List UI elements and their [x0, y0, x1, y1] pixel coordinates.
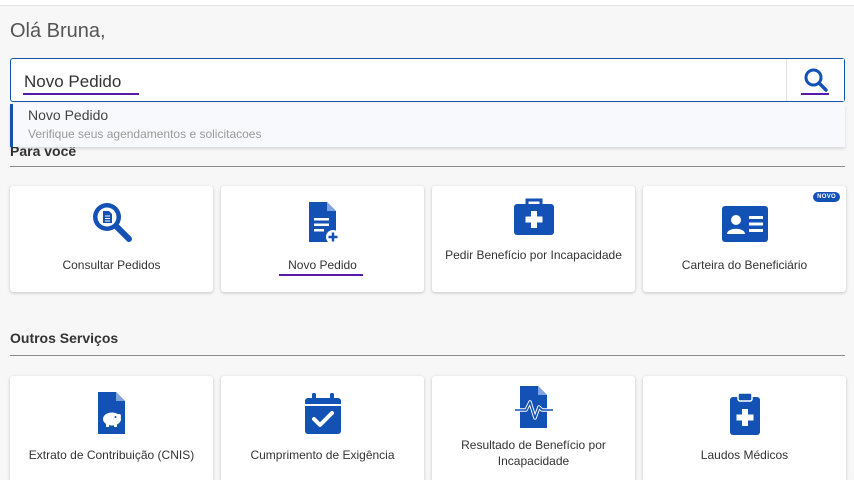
card-novo-pedido[interactable]: Novo Pedido [221, 186, 424, 292]
section-divider [10, 355, 845, 356]
card-label: Consultar Pedidos [62, 258, 161, 272]
search-suggestion[interactable]: Novo Pedido Verifique seus agendamentos … [10, 104, 845, 147]
new-document-icon [308, 202, 340, 244]
search-button[interactable] [786, 59, 844, 101]
card-label: Extrato de Contribuição (CNIS) [28, 448, 195, 462]
piggy-document-icon [97, 392, 125, 434]
card-label: Cumprimento de Exigência [250, 448, 395, 462]
suggestion-title: Novo Pedido [28, 107, 109, 123]
section-divider [10, 166, 845, 167]
card-label: Novo Pedido [288, 258, 357, 272]
card-label: Pedir Benefício por Incapacidade [445, 248, 622, 262]
card-consultar-pedidos[interactable]: Consultar Pedidos [10, 186, 213, 292]
medical-kit-icon [513, 198, 554, 235]
calendar-check-icon [304, 393, 341, 434]
search-button-focus-underline [801, 93, 829, 95]
search-focus-underline [23, 93, 139, 95]
greeting: Olá Bruna, [10, 20, 106, 42]
suggestion-subtitle: Verifique seus agendamentos e solicitaco… [28, 127, 262, 141]
id-card-icon [721, 206, 768, 242]
card-resultado-beneficio[interactable]: Resultado de Benefício por Incapacidade [432, 376, 635, 480]
search-box [10, 58, 845, 102]
card-cumprimento-exigencia[interactable]: Cumprimento de Exigência [221, 376, 424, 480]
new-badge: NOVO [813, 192, 840, 202]
medical-clipboard-icon [729, 392, 760, 435]
card-extrato-contribuicao[interactable]: Extrato de Contribuição (CNIS) [10, 376, 213, 480]
search-input[interactable] [24, 70, 134, 94]
card-label: Laudos Médicos [700, 448, 789, 462]
card-label: Resultado de Benefício por Incapacidade [461, 438, 606, 468]
heartbeat-document-icon [514, 386, 553, 428]
search-document-icon [92, 203, 132, 242]
card-pedir-beneficio[interactable]: Pedir Benefício por Incapacidade [432, 186, 635, 292]
card-carteira-beneficiario[interactable]: NOVO Carteira do Beneficiário [643, 186, 846, 292]
section-title-other: Outros Serviços [10, 330, 119, 346]
card-focus-underline [279, 274, 363, 276]
card-laudos-medicos[interactable]: Laudos Médicos [643, 376, 846, 480]
top-bar [0, 0, 854, 6]
search-icon [804, 68, 828, 92]
card-label: Carteira do Beneficiário [681, 258, 808, 272]
